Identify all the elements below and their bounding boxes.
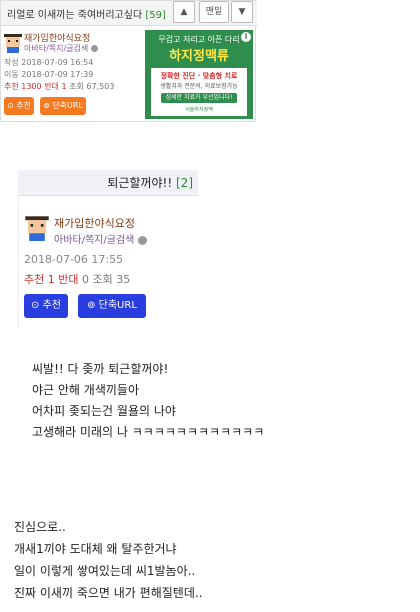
oppose-label: 반대 bbox=[58, 273, 79, 286]
oppose-label: 반대 bbox=[44, 82, 59, 91]
scroll-down-button[interactable]: ▼ bbox=[231, 1, 253, 23]
recommend-button[interactable]: ⊙ 추천 bbox=[4, 97, 34, 115]
post-card-header: 퇴근할꺼야!! [2] bbox=[18, 170, 198, 196]
scroll-up-button[interactable]: ▲ bbox=[173, 1, 195, 23]
short-url-button[interactable]: ⊚ 단축URL bbox=[40, 97, 86, 115]
post-author-name[interactable]: 재가입한야식요정 bbox=[54, 215, 135, 231]
oppose-count: 0 bbox=[82, 273, 89, 286]
body-line-4: 고생해라 미래의 나 ㅋㅋㅋㅋㅋㅋㅋㅋㅋㅋㅋㅋ bbox=[32, 425, 265, 439]
top-post-title-text[interactable]: 리얼로 이새끼는 죽여버리고싶다 bbox=[7, 10, 142, 21]
ad-info-icon[interactable]: i bbox=[241, 32, 251, 42]
recommend-count: 1300 bbox=[21, 82, 42, 91]
post-card: 퇴근할꺼야!! [2] 재가입한야식요정 아바타/쪽지/글검색 2018-07-… bbox=[18, 170, 198, 328]
recommend-count: 1 bbox=[47, 273, 55, 286]
post-author-links-text[interactable]: 아바타/쪽지/글검색 bbox=[54, 235, 134, 246]
oppose-count: 1 bbox=[61, 82, 67, 91]
body-line-5: 진심으로.. bbox=[14, 520, 66, 534]
post-author-links[interactable]: 아바타/쪽지/글검색 bbox=[54, 231, 147, 246]
author-avatar-icon bbox=[25, 216, 49, 241]
top-written-date: 작성 2018-07-09 16:54 bbox=[4, 58, 94, 67]
advertisement-banner[interactable]: 무겁고 저리고 아픈 다리 하지정맥류 i 정확한 진단 · 맞춤형 치료 생활… bbox=[145, 30, 253, 119]
top-post-comment-count[interactable]: [59] bbox=[145, 10, 166, 21]
post-title-text[interactable]: 퇴근할꺼야!! bbox=[107, 176, 172, 190]
body-line-7: 일이 이렇게 쌓여있는데 씨1발놈아.. bbox=[14, 564, 196, 578]
view-count: 조회 67,503 bbox=[69, 82, 115, 91]
post-comment-count[interactable]: [2] bbox=[176, 176, 193, 190]
recommend-label: 추천 bbox=[4, 82, 19, 91]
top-post-stats: 추천 1300 반대 1 조회 67,503 bbox=[4, 81, 114, 92]
body-line-8: 진짜 이새끼 죽으면 내가 편해질텐데.. bbox=[14, 586, 203, 600]
top-post-title[interactable]: 리얼로 이새끼는 죽여버리고싶다 [59] bbox=[7, 6, 166, 21]
level-badge-icon bbox=[137, 235, 147, 245]
recommend-label: 추천 bbox=[24, 273, 45, 286]
card-divider bbox=[18, 196, 19, 328]
view-count: 조회 35 bbox=[92, 273, 131, 286]
body-line-6: 개새1끼야 도대체 왜 탈주한거냐 bbox=[14, 542, 177, 556]
ad-brand: 서울하지정맥 bbox=[185, 107, 213, 113]
author-avatar-icon bbox=[4, 34, 22, 53]
post-stats: 추천 1 반대 0 조회 35 bbox=[24, 271, 130, 287]
body-line-1: 씨발!! 다 좆까 퇴근할꺼야! bbox=[32, 362, 169, 376]
top-author-links[interactable]: 아바타/쪽지/글검색 bbox=[24, 43, 98, 54]
scroll-bottom-button[interactable]: 맨밑 bbox=[199, 1, 229, 23]
top-author-links-text[interactable]: 아바타/쪽지/글검색 bbox=[24, 44, 88, 53]
post-date: 2018-07-06 17:55 bbox=[24, 253, 124, 266]
recommend-button[interactable]: ⊙ 추천 bbox=[24, 294, 68, 318]
ad-line4: 생활치과 전문의, 의료보험가능 bbox=[160, 83, 238, 90]
short-url-button[interactable]: ⊚ 단축URL bbox=[78, 294, 146, 318]
post-title[interactable]: 퇴근할꺼야!! [2] bbox=[18, 174, 193, 191]
level-badge-icon bbox=[90, 45, 98, 52]
ad-line1: 무겁고 저리고 아픈 다리 bbox=[158, 35, 240, 44]
body-line-3: 어차피 좆되는건 월욜의 나야 bbox=[32, 404, 176, 418]
ad-headline: 하지정맥류 bbox=[169, 49, 229, 64]
ad-line3: 정확한 진단 · 맞춤형 치료 bbox=[160, 72, 238, 80]
body-line-2: 야근 안해 개색끼들아 bbox=[32, 383, 139, 397]
top-moved-date: 이동 2018-07-09 17:39 bbox=[4, 70, 94, 79]
ad-cta: 섬세한 치료가 우선입니다! bbox=[161, 93, 237, 103]
ad-white-panel: 정확한 진단 · 맞춤형 치료 생활치과 전문의, 의료보험가능 섬세한 치료가… bbox=[151, 68, 247, 116]
